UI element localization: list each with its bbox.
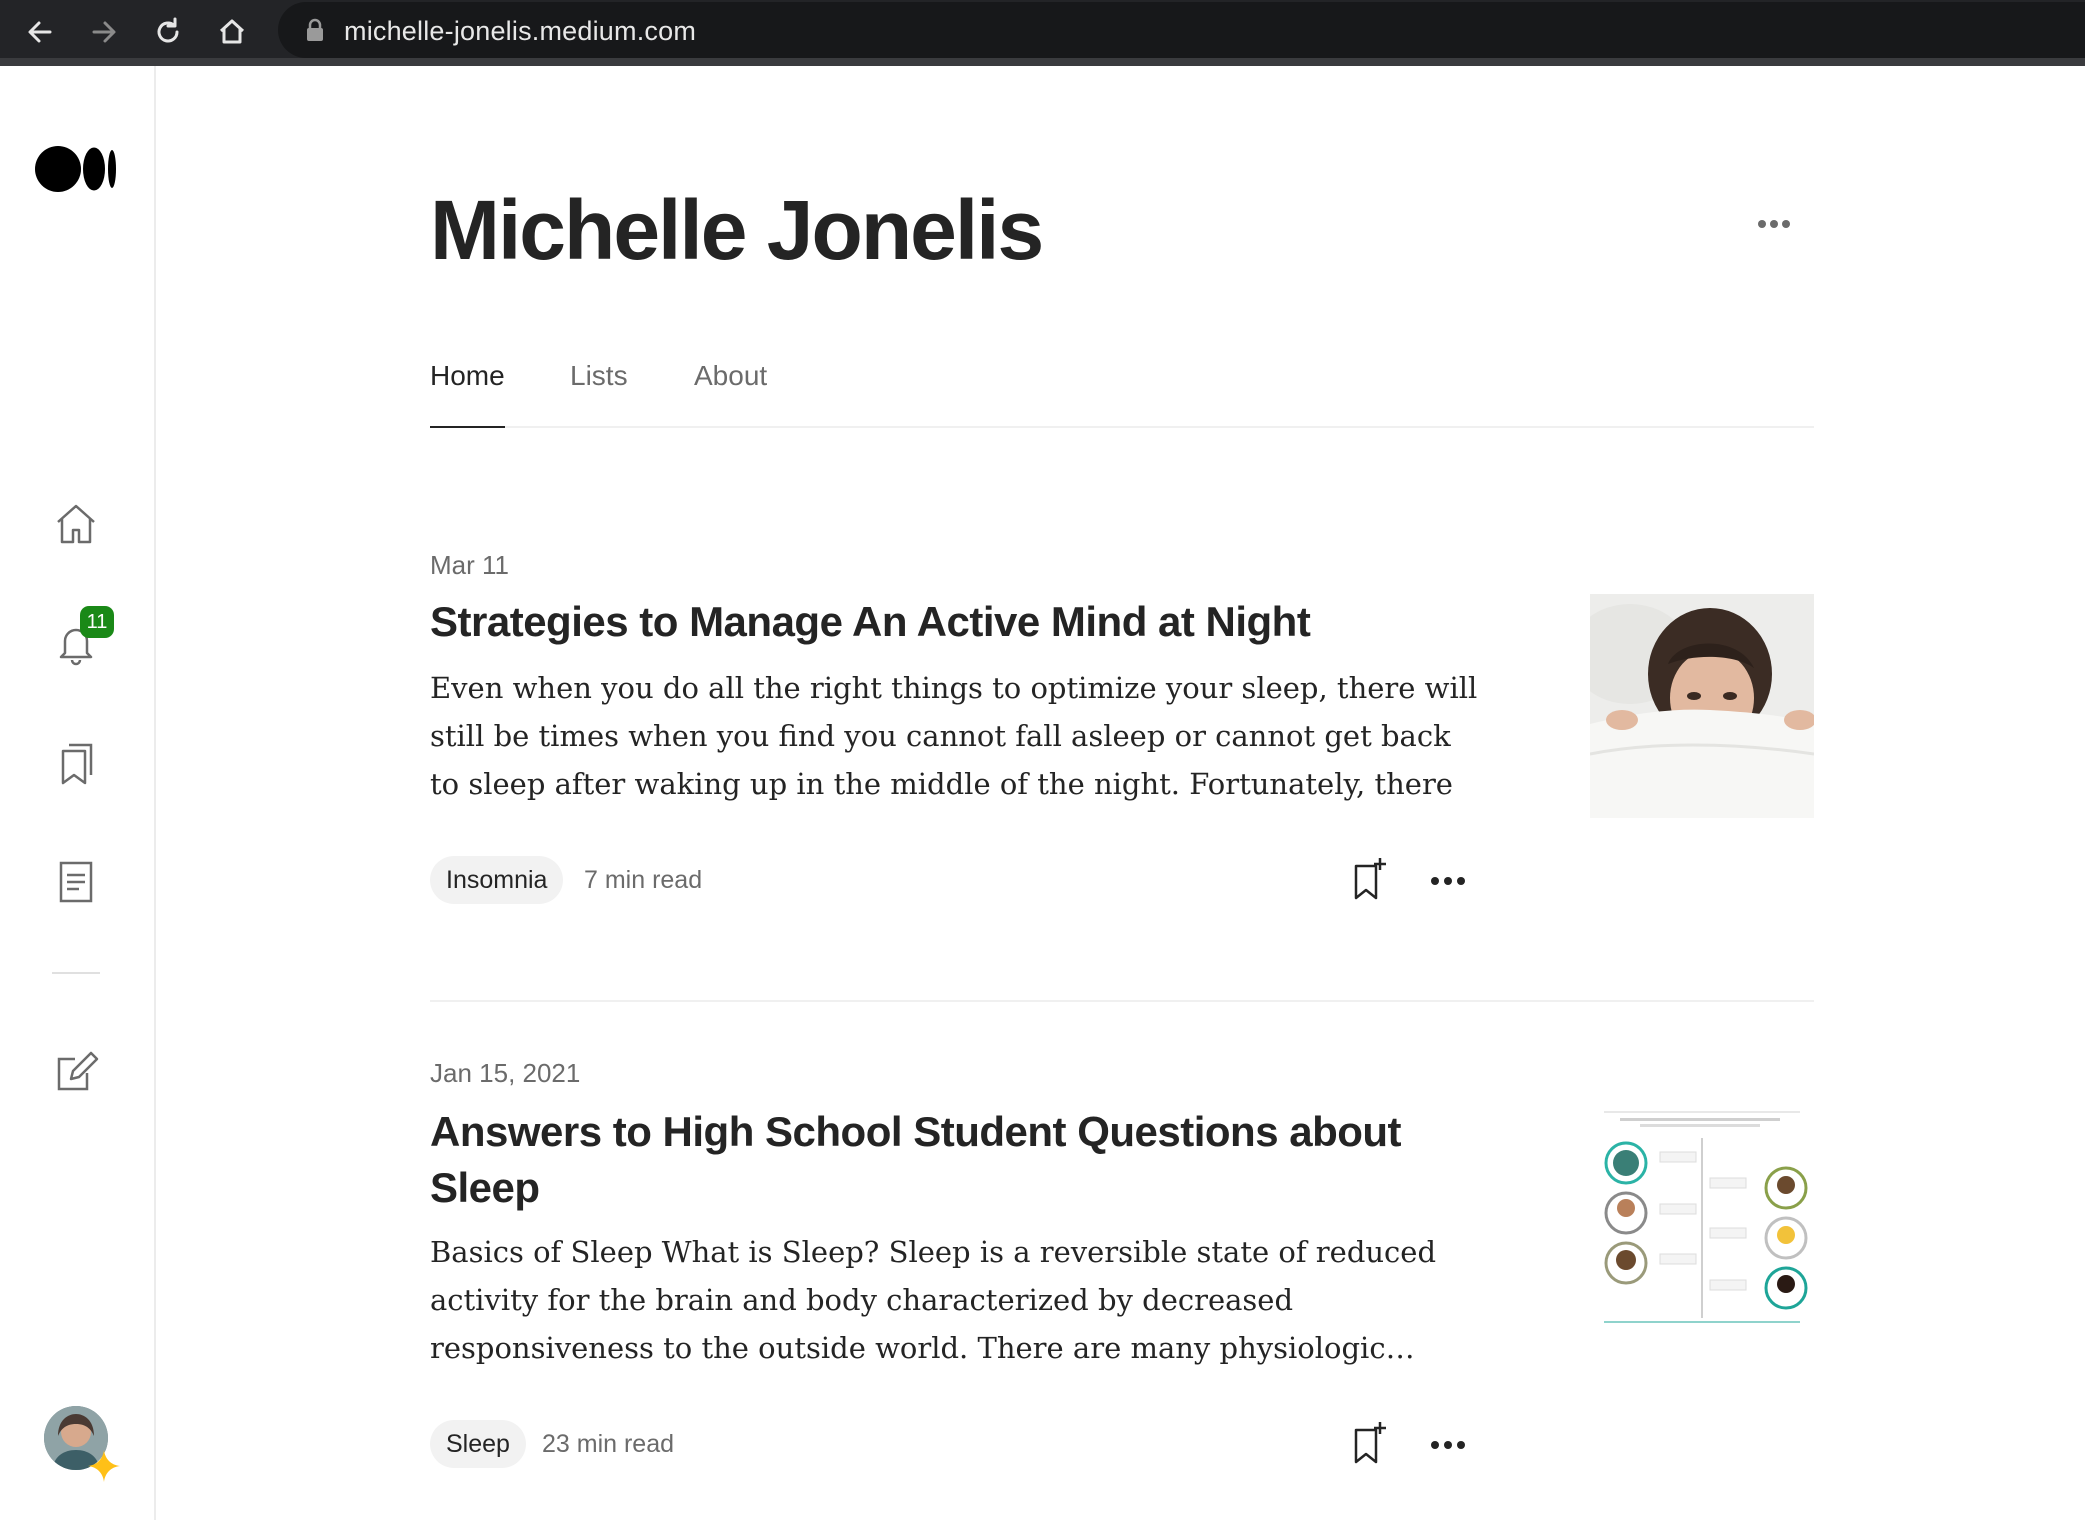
- sleep-chart-infographic-image: [1590, 1108, 1814, 1332]
- article-read-time: 23 min read: [542, 1430, 675, 1458]
- article-excerpt[interactable]: Basics of Sleep What is Sleep? Sleep is …: [430, 1228, 1480, 1372]
- reload-icon: [157, 17, 179, 43]
- page-title: Michelle Jonelis: [430, 183, 1044, 277]
- lock-icon: [307, 18, 323, 41]
- home-button[interactable]: [210, 10, 254, 54]
- browser-toolbar: michelle-jonelis.medium.com: [0, 0, 2085, 66]
- address-bar[interactable]: michelle-jonelis.medium.com: [278, 2, 2085, 58]
- article-date: Mar 11: [430, 550, 509, 580]
- sidebar-home[interactable]: [50, 498, 102, 550]
- write-icon: [57, 1051, 99, 1091]
- sidebar-stories[interactable]: [50, 856, 102, 908]
- arrow-left-icon: [28, 21, 52, 43]
- membership-star-icon: [88, 1450, 120, 1482]
- sidebar-divider: [52, 972, 100, 974]
- bookmark-add-icon[interactable]: [1350, 1420, 1390, 1466]
- article-title[interactable]: Strategies to Manage An Active Mind at N…: [430, 594, 1470, 650]
- article-excerpt[interactable]: Even when you do all the right things to…: [430, 664, 1480, 808]
- article-title[interactable]: Answers to High School Student Questions…: [430, 1104, 1470, 1216]
- bookmark-add-icon[interactable]: [1350, 856, 1390, 902]
- forward-button[interactable]: [82, 10, 126, 54]
- more-options-icon[interactable]: [1754, 214, 1794, 234]
- back-button[interactable]: [18, 10, 62, 54]
- more-options-icon[interactable]: [1428, 874, 1468, 888]
- article-thumbnail[interactable]: [1590, 594, 1814, 818]
- home-icon: [57, 504, 95, 544]
- left-sidebar: 11: [0, 66, 156, 1520]
- medium-logo[interactable]: [34, 142, 118, 196]
- article-divider: [430, 1000, 1814, 1002]
- house-icon: [219, 19, 245, 44]
- arrow-right-icon: [92, 21, 116, 43]
- article-date: Jan 15, 2021: [430, 1058, 581, 1088]
- bookmarks-icon: [61, 743, 93, 785]
- toolbar-border: [0, 58, 2085, 66]
- article-read-time: 7 min read: [584, 866, 703, 894]
- sidebar-lists[interactable]: [50, 738, 102, 790]
- tab-home[interactable]: Home: [430, 360, 505, 428]
- article-thumbnail[interactable]: [1590, 1108, 1814, 1332]
- tab-about[interactable]: About: [694, 360, 767, 428]
- woman-under-blanket-image: [1590, 594, 1814, 818]
- url-text: michelle-jonelis.medium.com: [344, 16, 697, 46]
- sidebar-write[interactable]: [50, 1046, 102, 1098]
- article-tag[interactable]: Sleep: [430, 1420, 526, 1468]
- more-options-icon[interactable]: [1428, 1438, 1468, 1452]
- article-tag[interactable]: Insomnia: [430, 856, 564, 904]
- document-icon: [59, 861, 93, 903]
- notification-count-badge: 11: [80, 606, 114, 638]
- reload-button[interactable]: [146, 10, 190, 54]
- profile-tabs: Home Lists About: [430, 360, 1814, 428]
- tab-lists[interactable]: Lists: [570, 360, 628, 428]
